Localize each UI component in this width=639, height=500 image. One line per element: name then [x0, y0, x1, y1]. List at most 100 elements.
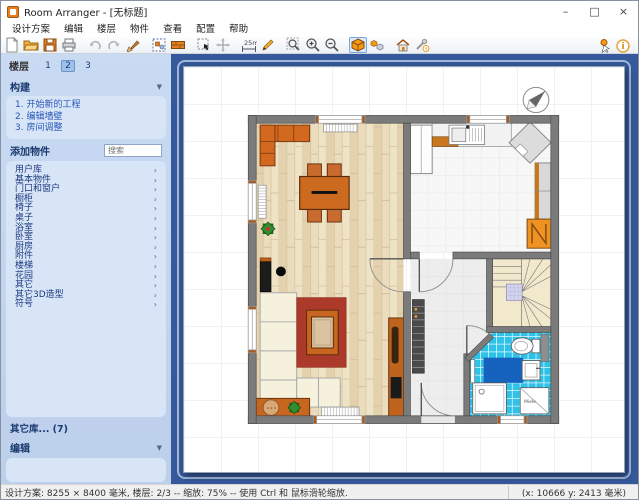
edit-panel	[6, 458, 166, 482]
menu-design[interactable]: 设计方案	[5, 22, 57, 37]
menu-view[interactable]: 查看	[156, 22, 189, 37]
coffee-table[interactable]	[307, 310, 339, 355]
shower[interactable]	[473, 383, 507, 414]
chevron-right-icon: ›	[154, 195, 157, 205]
objects-3d-button[interactable]	[368, 37, 386, 53]
chevron-down-icon[interactable]: ▼	[157, 444, 162, 452]
chevron-right-icon: ›	[154, 262, 157, 272]
measure-button[interactable]: 25m	[240, 37, 258, 53]
menu-help[interactable]: 帮助	[222, 22, 255, 37]
maximize-button[interactable]: □	[580, 1, 609, 22]
brush-icon	[125, 37, 141, 53]
category-symbols[interactable]: 符号›	[15, 300, 157, 310]
washing-machine[interactable]: Miele	[520, 388, 549, 414]
radiator[interactable]	[258, 185, 266, 218]
plant[interactable]	[261, 222, 275, 236]
new-button[interactable]	[3, 37, 21, 53]
select-icon	[196, 37, 212, 53]
view-3d-button[interactable]	[349, 37, 367, 53]
search-input[interactable]	[104, 144, 162, 157]
redo-button[interactable]	[105, 37, 123, 53]
bathroom-sink[interactable]	[522, 361, 540, 380]
undo-icon	[87, 37, 103, 53]
category-stairs[interactable]: 楼梯›	[15, 262, 157, 272]
info-button[interactable]: i	[614, 38, 632, 54]
chevron-right-icon: ›	[154, 214, 157, 224]
objects-3d-icon	[369, 37, 385, 53]
main-area: 楼层 1 2 3 构建 ▼ 1. 开始新的工程 2. 编辑墙壁 3. 房间调整 …	[1, 54, 638, 484]
walls-button[interactable]	[169, 37, 187, 53]
undo-button[interactable]	[86, 37, 104, 53]
walkthrough-button[interactable]	[394, 37, 412, 53]
move-icon	[215, 37, 231, 53]
category-kitchen[interactable]: 厨房›	[15, 243, 157, 253]
category-accessories[interactable]: 附件›	[15, 252, 157, 262]
edit-header[interactable]: 编辑 ▼	[3, 437, 169, 457]
other-libraries-link[interactable]: 其它库... (7)	[3, 417, 169, 437]
chevron-right-icon: ›	[154, 272, 157, 282]
move-button[interactable]	[214, 37, 232, 53]
fridge[interactable]	[410, 125, 432, 173]
plan-properties-button[interactable]	[150, 37, 168, 53]
build-step-adjust-room[interactable]: 3. 房间调整	[15, 123, 157, 135]
menu-objects[interactable]: 物件	[123, 22, 156, 37]
status-bar: 设计方案: 8255 × 8400 毫米, 楼层: 2/3 -- 缩放: 75%…	[1, 484, 638, 499]
build-step-new-project[interactable]: 1. 开始新的工程	[15, 100, 157, 112]
side-table-plant[interactable]	[256, 398, 309, 416]
category-tables[interactable]: 桌子›	[15, 214, 157, 224]
draw-button[interactable]	[259, 37, 277, 53]
compass-icon[interactable]	[523, 87, 549, 112]
close-button[interactable]: ×	[609, 1, 638, 22]
categories-panel: 用户库› 基本物件› 门口和窗户› 橱柜› 椅子› 桌子› 浴室› 卧室› 厨房…	[6, 161, 166, 417]
menu-options[interactable]: 配置	[189, 22, 222, 37]
category-garden[interactable]: 花园›	[15, 272, 157, 282]
hall-shelf[interactable]	[412, 300, 424, 374]
pointer-mode-button[interactable]	[595, 38, 613, 54]
category-cabinets[interactable]: 橱柜›	[15, 195, 157, 205]
category-doors-windows[interactable]: 门口和窗户›	[15, 185, 157, 195]
radiator[interactable]	[321, 407, 359, 416]
redo-icon	[106, 37, 122, 53]
zoom-out-button[interactable]	[323, 37, 341, 53]
hand-pointer-icon	[596, 38, 612, 54]
drawing-paper[interactable]: Miele	[183, 66, 625, 473]
kitchen-wall-cabinets[interactable]	[535, 163, 551, 219]
radiator[interactable]	[323, 124, 357, 132]
build-step-edit-walls[interactable]: 2. 编辑墙壁	[15, 112, 157, 124]
floor-tab-1[interactable]: 1	[41, 60, 55, 72]
open-button[interactable]	[22, 37, 40, 53]
format-brush-button[interactable]	[124, 37, 142, 53]
chevron-right-icon: ›	[154, 252, 157, 262]
add-objects-title: 添加物件	[10, 143, 50, 158]
category-chairs[interactable]: 椅子›	[15, 204, 157, 214]
canvas-area[interactable]: Miele	[171, 54, 638, 484]
build-header[interactable]: 构建 ▼	[3, 76, 169, 96]
kitchen-orange-cabinet[interactable]	[527, 219, 551, 248]
chevron-down-icon[interactable]: ▼	[157, 83, 162, 91]
print-button[interactable]	[60, 37, 78, 53]
zoom-region-button[interactable]	[285, 37, 303, 53]
tv-cabinet[interactable]	[389, 318, 404, 417]
floor-tab-2[interactable]: 2	[61, 60, 75, 72]
menu-edit[interactable]: 编辑	[57, 22, 90, 37]
category-bathroom[interactable]: 浴室›	[15, 224, 157, 234]
floors-label: 楼层	[9, 58, 29, 73]
select-objects-button[interactable]	[195, 37, 213, 53]
category-bedroom[interactable]: 卧室›	[15, 233, 157, 243]
staircase[interactable]	[492, 259, 550, 327]
floor-tab-3[interactable]: 3	[81, 60, 95, 72]
tool-clock-icon	[414, 37, 430, 53]
floor-plan[interactable]: Miele	[184, 67, 624, 472]
toilet[interactable]	[511, 338, 540, 354]
add-objects-header: 添加物件	[3, 139, 169, 161]
zoom-in-button[interactable]	[304, 37, 322, 53]
svg-text:i: i	[621, 42, 624, 52]
chevron-right-icon: ›	[154, 204, 157, 214]
print-icon	[61, 37, 77, 53]
menu-floors[interactable]: 楼层	[90, 22, 123, 37]
minimize-button[interactable]: –	[551, 1, 580, 22]
kitchen-counter[interactable]	[432, 123, 511, 146]
category-other-3d[interactable]: 其它3D造型›	[15, 291, 157, 301]
save-button[interactable]	[41, 37, 59, 53]
tools-button[interactable]	[413, 37, 431, 53]
